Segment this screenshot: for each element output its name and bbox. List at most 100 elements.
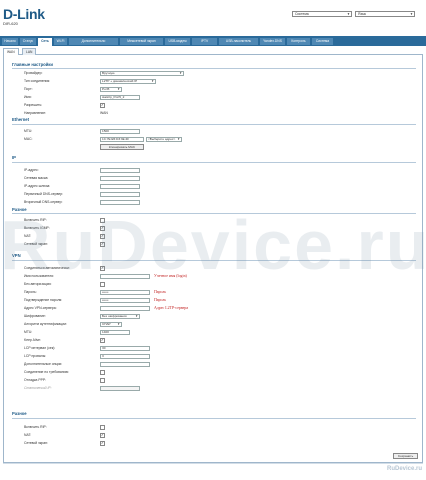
conn-type-label: Тип соединения: xyxy=(24,79,51,83)
chevron-down-icon: ▼ xyxy=(347,12,350,16)
dns2-input[interactable] xyxy=(100,200,140,205)
firewall-label: Сетевой экран: xyxy=(24,242,48,246)
dns1-input[interactable] xyxy=(100,192,140,197)
main-tabs: Начало Статус Сеть Wi-Fi Дополнительно М… xyxy=(0,36,426,46)
chevron-down-icon: ▼ xyxy=(177,137,180,141)
lcp-interval-label: LCP интервал (сек): xyxy=(24,346,56,350)
confirm-password-input[interactable]: •••••• xyxy=(100,298,150,303)
keepalive-checkbox[interactable]: ✓ xyxy=(100,338,105,343)
tab-network[interactable]: Сеть xyxy=(38,37,53,46)
auth-algorithm-select[interactable]: CHAP ▼ xyxy=(100,322,122,327)
encryption-label: Шифрование: xyxy=(24,314,46,318)
nat-checkbox[interactable]: ✓ xyxy=(100,234,105,239)
name-input[interactable]: staticIp_Port5_2 xyxy=(100,95,140,100)
vpn-mtu-input[interactable]: 1400 xyxy=(100,330,130,335)
noauth-checkbox[interactable] xyxy=(100,282,105,287)
language-menu-label: Язык xyxy=(358,12,366,16)
tab-iptv[interactable]: IPTV xyxy=(192,37,218,45)
mac-input[interactable]: 1C:7E:E5:D3:3E:4F xyxy=(100,137,144,142)
chevron-down-icon: ▼ xyxy=(410,12,413,16)
subtab-lan[interactable]: LAN xyxy=(22,48,37,55)
username-input[interactable] xyxy=(100,274,150,279)
on-demand-checkbox[interactable] xyxy=(100,370,105,375)
ip-label: IP-адрес: xyxy=(24,168,39,172)
tab-home[interactable]: Начало xyxy=(2,37,19,45)
tab-wifi[interactable]: Wi-Fi xyxy=(54,37,68,45)
rip-2-checkbox[interactable] xyxy=(100,425,105,430)
tab-advanced[interactable]: Дополнительно xyxy=(69,37,119,45)
vpn-server-note: Адрес L2TP-сервера xyxy=(154,306,189,310)
language-menu[interactable]: Язык ▼ xyxy=(355,11,415,17)
static-ip-label: Статический IP: xyxy=(24,386,52,390)
tab-firewall[interactable]: Межсетевой экран xyxy=(120,37,164,45)
tab-yandex-dns[interactable]: Yandex.DNS xyxy=(260,37,286,45)
system-menu[interactable]: Система ▼ xyxy=(292,11,352,17)
chevron-down-icon: ▼ xyxy=(117,87,120,91)
noauth-label: Без авторизации: xyxy=(24,282,52,286)
mac-select[interactable]: <Выберите адрес> ▼ xyxy=(146,137,182,142)
keepalive-label: Keep Alive: xyxy=(24,338,41,342)
section-divider xyxy=(12,68,416,69)
provider-select[interactable]: Вручную ▼ xyxy=(100,71,184,76)
gateway-input[interactable] xyxy=(100,184,140,189)
port-label: Порт: xyxy=(24,87,33,91)
eth-mtu-label: MTU: xyxy=(24,129,33,133)
vpn-server-input[interactable] xyxy=(100,306,150,311)
direction-value: WAN xyxy=(100,111,108,115)
section-divider xyxy=(12,260,416,261)
ip-input[interactable] xyxy=(100,168,140,173)
conn-type-select[interactable]: L2TP + динамический IP ▼ xyxy=(100,79,156,84)
nat-label: NAT: xyxy=(24,234,32,238)
section-title-misc: Разное xyxy=(12,207,27,212)
confirm-password-note: Пароль xyxy=(154,298,167,302)
tab-system[interactable]: Система xyxy=(312,37,334,45)
system-menu-label: Система xyxy=(295,12,309,16)
password-note: Пароль xyxy=(154,290,167,294)
model-name: DIR-620 xyxy=(3,21,18,26)
tab-control[interactable]: Контроль xyxy=(287,37,311,45)
header: D-Link DIR-620 Система ▼ Язык ▼ xyxy=(0,0,426,36)
watermark-small: RuDevice.ru xyxy=(386,466,422,472)
nat-2-checkbox[interactable]: ✓ xyxy=(100,433,105,438)
password-label: Пароль: xyxy=(24,290,37,294)
port-select[interactable]: Port5 ▼ xyxy=(100,87,122,92)
igmp-label: Включить IGMP: xyxy=(24,226,50,230)
section-title-misc-2: Разное xyxy=(12,411,27,416)
firewall-2-checkbox[interactable]: ✓ xyxy=(100,441,105,446)
auto-connect-checkbox[interactable]: ✓ xyxy=(100,266,105,271)
section-title-main: Главные настройки xyxy=(12,62,53,67)
section-divider xyxy=(12,162,416,163)
tab-usb-storage[interactable]: USB-накопитель xyxy=(219,37,259,45)
extra-options-input[interactable] xyxy=(100,362,150,367)
chevron-down-icon: ▼ xyxy=(151,79,154,83)
igmp-checkbox[interactable]: ✓ xyxy=(100,226,105,231)
subtab-wan[interactable]: WAN xyxy=(3,48,19,55)
static-ip-input[interactable] xyxy=(100,386,140,391)
tab-usb-modem[interactable]: USB-модем xyxy=(165,37,191,45)
allow-checkbox[interactable]: ✓ xyxy=(100,103,105,108)
section-divider xyxy=(12,418,416,419)
auth-algorithm-label: Алгоритм аутентификации: xyxy=(24,322,67,326)
lcp-interval-input[interactable]: 30 xyxy=(100,346,150,351)
extra-options-label: Дополнительные опции: xyxy=(24,362,63,366)
section-title-ip: IP xyxy=(12,155,16,160)
conn-type-select-value: L2TP + динамический IP xyxy=(102,79,138,83)
ppp-debug-checkbox[interactable] xyxy=(100,378,105,383)
section-divider xyxy=(12,213,416,214)
firewall-checkbox[interactable]: ✓ xyxy=(100,242,105,247)
rip-checkbox[interactable] xyxy=(100,218,105,223)
sub-tabs: WAN LAN xyxy=(3,48,423,55)
mac-select-value: <Выберите адрес> xyxy=(148,137,176,141)
eth-mtu-input[interactable]: 1500 xyxy=(100,129,140,134)
password-input[interactable]: •••••• xyxy=(100,290,150,295)
clone-mac-button[interactable]: Клонировать MAC xyxy=(100,144,144,150)
nat-2-label: NAT: xyxy=(24,433,32,437)
save-button[interactable]: Сохранить xyxy=(393,453,418,459)
provider-label: Провайдер: xyxy=(24,71,43,75)
lcp-fails-input[interactable]: 3 xyxy=(100,354,150,359)
chevron-down-icon: ▼ xyxy=(179,71,182,75)
section-title-ethernet: Ethernet xyxy=(12,117,29,122)
mask-input[interactable] xyxy=(100,176,140,181)
encryption-select[interactable]: Без шифрования ▼ xyxy=(100,314,140,319)
tab-status[interactable]: Статус xyxy=(20,37,37,45)
